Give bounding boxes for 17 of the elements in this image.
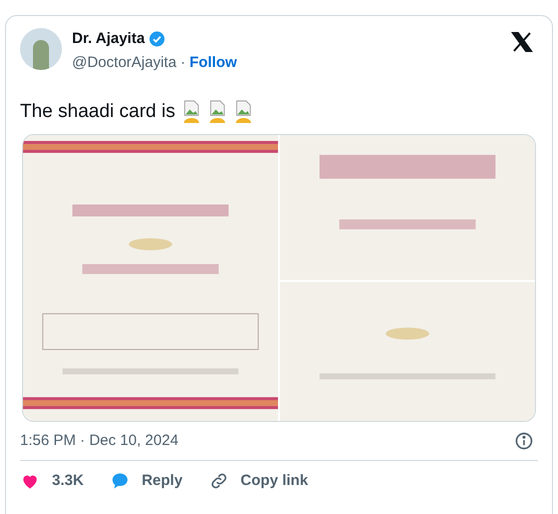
timestamp[interactable]: 1:56 PM · Dec 10, 2024 xyxy=(20,430,178,452)
separator-dot: · xyxy=(180,52,186,72)
x-logo-icon[interactable] xyxy=(510,30,534,54)
broken-image-icon xyxy=(235,100,252,124)
broken-image-icon xyxy=(183,100,200,124)
info-icon[interactable] xyxy=(514,431,534,451)
avatar xyxy=(20,28,62,70)
like-button[interactable]: 3.3K xyxy=(20,470,84,492)
reply-button[interactable]: Reply xyxy=(110,470,183,492)
broken-image-icon xyxy=(209,100,226,124)
copy-button[interactable]: Copy link xyxy=(208,470,308,492)
author-handle[interactable]: @DoctorAjayita xyxy=(72,52,176,74)
link-icon xyxy=(208,471,229,492)
speech-bubble-icon xyxy=(110,471,130,492)
tweet-text: The shaadi card is xyxy=(20,100,176,124)
author-name[interactable]: Dr. Ajayita xyxy=(72,28,145,50)
follow-link[interactable]: Follow xyxy=(189,52,237,74)
